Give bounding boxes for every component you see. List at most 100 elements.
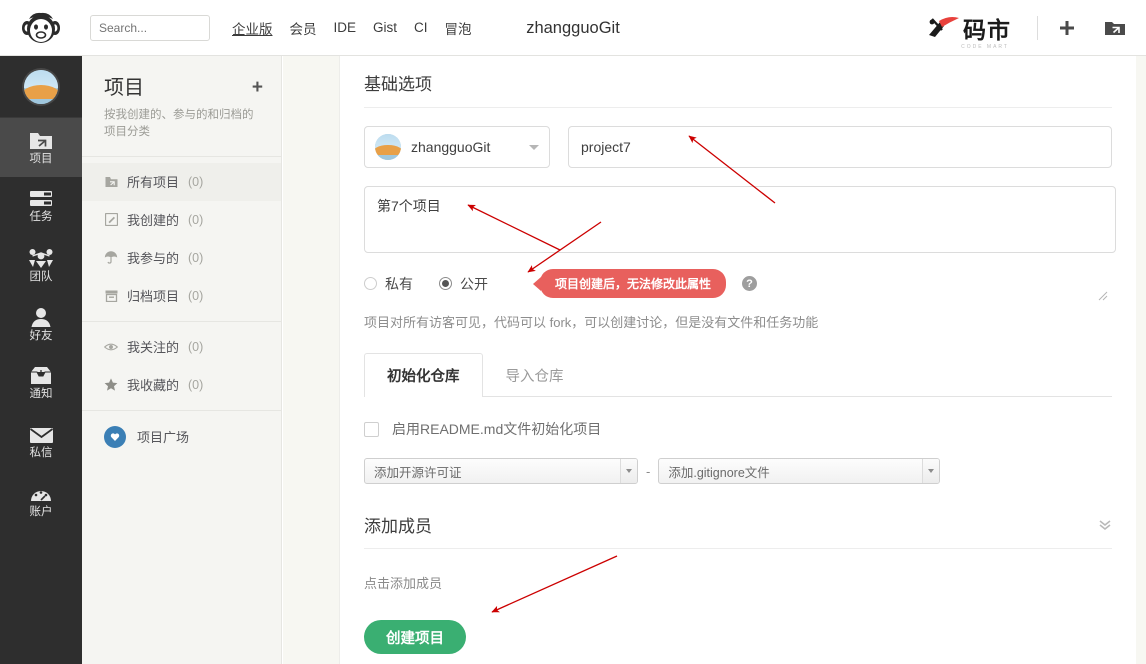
panel-item-count: (0) xyxy=(188,251,203,265)
nav-link-gist[interactable]: Gist xyxy=(373,20,397,35)
pencil-square-icon xyxy=(104,213,118,227)
owner-dropdown[interactable]: zhangguoGit xyxy=(364,126,550,168)
double-chevron-down-icon[interactable] xyxy=(1098,519,1112,531)
rail-item-notifications[interactable]: 通知 xyxy=(0,354,82,413)
panel-item-label: 归档项目 xyxy=(127,286,179,305)
repository-tabs: 初始化仓库 导入仓库 xyxy=(364,353,1112,397)
rail-item-label: 私信 xyxy=(30,448,53,460)
panel-group-plaza: 项目广场 xyxy=(82,410,281,461)
question-mark-icon[interactable]: ? xyxy=(742,276,757,291)
panel-subtitle: 按我创建的、参与的和归档的项目分类 xyxy=(104,107,254,142)
rail-item-team[interactable]: 团队 xyxy=(0,236,82,295)
rail-item-label: 项目 xyxy=(30,154,53,166)
rail-item-label: 通知 xyxy=(30,389,53,401)
owner-avatar xyxy=(375,134,401,160)
create-project-form: 基础选项 zhangguoGit 第7个项目 私有 公开 项目创建后，无法修改此… xyxy=(340,56,1136,664)
add-project-button[interactable]: + xyxy=(252,78,263,97)
section-title-add-members: 添加成员 xyxy=(364,512,432,537)
folder-arrow-icon xyxy=(104,175,118,189)
eye-icon xyxy=(104,340,118,354)
panel-item-watching[interactable]: 我关注的 (0) xyxy=(82,328,281,366)
radio-button-icon xyxy=(364,277,377,290)
top-header-bar: 企业版 会员 IDE Gist CI 冒泡 zhangguoGit 码市 COD… xyxy=(0,0,1146,56)
panel-item-count: (0) xyxy=(188,175,203,189)
umbrella-icon xyxy=(104,251,118,265)
star-icon xyxy=(104,378,118,392)
nav-link-enterprise[interactable]: 企业版 xyxy=(232,18,273,38)
panel-item-count: (0) xyxy=(188,378,203,392)
nav-link-bubble[interactable]: 冒泡 xyxy=(445,18,472,38)
panel-item-created-by-me[interactable]: 我创建的 (0) xyxy=(82,201,281,239)
panel-item-label: 项目广场 xyxy=(137,427,189,446)
tab-import-repository[interactable]: 导入仓库 xyxy=(483,353,587,397)
owner-and-name-row: zhangguoGit xyxy=(340,108,1136,168)
radio-public-label: 公开 xyxy=(460,274,488,294)
panel-item-archived[interactable]: 归档项目 (0) xyxy=(82,277,281,315)
main-nav-links: 企业版 会员 IDE Gist CI 冒泡 xyxy=(232,18,472,38)
readme-checkbox[interactable] xyxy=(364,422,379,437)
codemart-brand-logo[interactable]: 码市 CODE MART xyxy=(926,13,1011,43)
visibility-description: 项目对所有访客可见，代码可以 fork，可以创建讨论，但是没有文件和任务功能 xyxy=(340,298,1136,331)
content-left-gutter xyxy=(283,56,340,664)
folder-arrow-icon xyxy=(29,130,53,151)
visibility-radio-row: 私有 公开 项目创建后，无法修改此属性 ? xyxy=(340,253,1136,298)
create-project-button[interactable]: 创建项目 xyxy=(364,620,466,654)
plaza-badge-icon xyxy=(104,426,126,448)
rail-item-label: 团队 xyxy=(30,272,53,284)
gitignore-select[interactable]: 添加.gitignore文件 xyxy=(658,458,940,484)
panel-group-secondary: 我关注的 (0) 我收藏的 (0) xyxy=(82,321,281,410)
folder-arrow-icon[interactable] xyxy=(1098,11,1132,45)
panel-item-starred[interactable]: 我收藏的 (0) xyxy=(82,366,281,404)
team-icon xyxy=(28,248,54,269)
avatar[interactable] xyxy=(0,56,82,118)
rail-item-account[interactable]: 账户 xyxy=(0,472,82,531)
tab-init-repository[interactable]: 初始化仓库 xyxy=(364,353,483,397)
nav-link-member[interactable]: 会员 xyxy=(290,18,317,38)
panel-item-all-projects[interactable]: 所有项目 (0) xyxy=(82,163,281,201)
panel-item-project-plaza[interactable]: 项目广场 xyxy=(82,417,281,455)
project-description-textarea[interactable]: 第7个项目 xyxy=(364,186,1116,253)
owner-name-label: zhangguoGit xyxy=(411,139,519,155)
section-header-add-members: 添加成员 xyxy=(340,484,1136,548)
panel-item-count: (0) xyxy=(188,340,203,354)
rail-item-projects[interactable]: 项目 xyxy=(0,118,82,177)
brand-text: 码市 xyxy=(963,20,1011,43)
project-name-input[interactable] xyxy=(568,126,1112,168)
license-gitignore-row: 添加开源许可证 - 添加.gitignore文件 xyxy=(340,439,1136,484)
panel-item-count: (0) xyxy=(188,213,203,227)
nav-link-ide[interactable]: IDE xyxy=(334,20,357,35)
panel-item-joined-by-me[interactable]: 我参与的 (0) xyxy=(82,239,281,277)
envelope-icon xyxy=(29,426,54,445)
panel-group-primary: 所有项目 (0) 我创建的 (0) 我参与的 (0) 归档项目 (0) xyxy=(82,156,281,321)
divider xyxy=(1037,16,1038,40)
radio-public[interactable]: 公开 xyxy=(439,274,488,294)
topbar-right-group: 码市 CODE MART xyxy=(926,11,1146,45)
inbox-icon xyxy=(29,366,53,386)
projects-side-panel: 项目 + 按我创建的、参与的和归档的项目分类 所有项目 (0) 我创建的 (0)… xyxy=(82,56,282,664)
tasks-icon xyxy=(29,189,53,209)
panel-item-label: 我关注的 xyxy=(127,337,179,356)
readme-checkbox-row[interactable]: 启用README.md文件初始化项目 xyxy=(340,397,1136,439)
rail-item-label: 好友 xyxy=(30,331,53,343)
rail-item-tasks[interactable]: 任务 xyxy=(0,177,82,236)
search-input[interactable] xyxy=(90,15,210,41)
rail-item-messages[interactable]: 私信 xyxy=(0,413,82,472)
separator-dash: - xyxy=(646,464,650,479)
rail-item-friends[interactable]: 好友 xyxy=(0,295,82,354)
monkey-logo-icon[interactable] xyxy=(0,0,82,56)
person-icon xyxy=(30,307,52,328)
add-member-hint[interactable]: 点击添加成员 xyxy=(340,549,1136,592)
caret-down-icon xyxy=(620,459,637,483)
panel-item-label: 我创建的 xyxy=(127,210,179,229)
search-box[interactable] xyxy=(90,15,210,41)
panel-item-count: (0) xyxy=(188,289,203,303)
panel-item-label: 我参与的 xyxy=(127,248,179,267)
rail-item-label: 任务 xyxy=(30,212,53,224)
plus-icon[interactable] xyxy=(1050,11,1084,45)
gitignore-select-value: 添加.gitignore文件 xyxy=(668,462,769,481)
radio-button-icon xyxy=(439,277,452,290)
icon-rail-sidebar: 项目 任务 团队 好友 xyxy=(0,56,82,664)
radio-private[interactable]: 私有 xyxy=(364,274,413,294)
license-select[interactable]: 添加开源许可证 xyxy=(364,458,638,484)
nav-link-ci[interactable]: CI xyxy=(414,20,428,35)
